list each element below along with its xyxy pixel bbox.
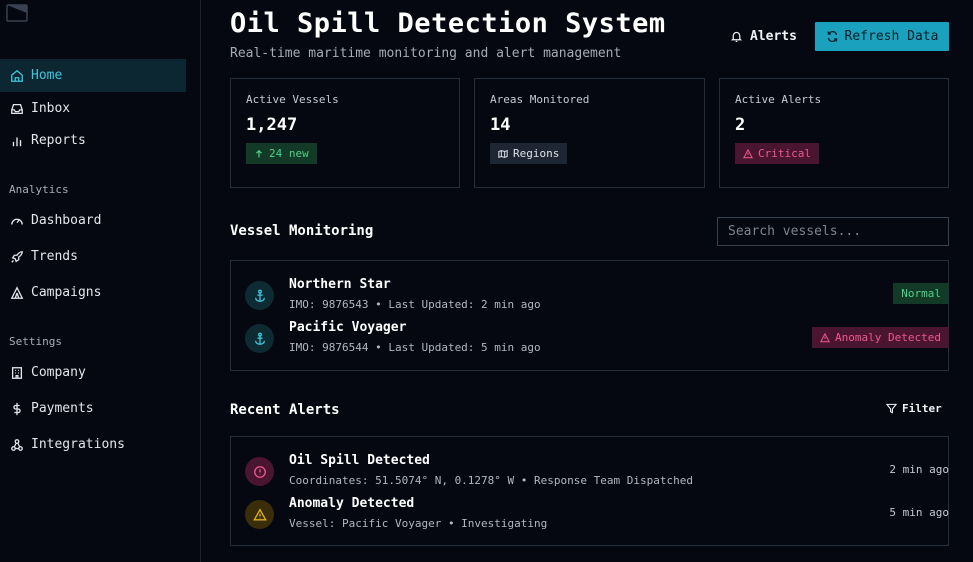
alert-avatar bbox=[245, 457, 274, 486]
stat-label: Active Vessels bbox=[246, 93, 339, 106]
sidebar-item-label: Trends bbox=[31, 249, 78, 264]
stat-value: 1,247 bbox=[246, 115, 298, 135]
rocket-icon bbox=[11, 250, 23, 263]
recent-alerts-title: Recent Alerts bbox=[230, 402, 340, 418]
inbox-icon bbox=[11, 103, 23, 114]
list-item[interactable]: Northern Star IMO: 9876543 • Last Update… bbox=[245, 277, 949, 317]
sidebar-item-label: Company bbox=[31, 365, 86, 380]
vessel-meta: IMO: 9876544 • Last Updated: 5 min ago bbox=[289, 341, 541, 354]
dollar-icon bbox=[13, 402, 21, 415]
section-label-analytics: Analytics bbox=[9, 183, 69, 196]
stat-label: Active Alerts bbox=[735, 93, 822, 106]
sidebar-item-dashboard[interactable]: Dashboard bbox=[0, 204, 186, 237]
warning-icon bbox=[820, 332, 831, 342]
alert-circle-icon bbox=[253, 465, 266, 478]
vessel-name: Pacific Voyager bbox=[289, 320, 407, 335]
status-badge: Anomaly Detected bbox=[812, 327, 949, 348]
sidebar-item-label: Payments bbox=[31, 401, 94, 416]
building-icon bbox=[11, 366, 23, 379]
status-badge: 24 new bbox=[246, 143, 317, 164]
refresh-data-button[interactable]: Refresh Data bbox=[815, 22, 949, 51]
page-subtitle: Real-time maritime monitoring and alert … bbox=[230, 46, 622, 61]
alerts-button[interactable]: Alerts bbox=[730, 24, 797, 48]
refresh-label: Refresh Data bbox=[844, 29, 939, 44]
stat-card-areas: Areas Monitored 14 Regions bbox=[474, 78, 705, 188]
map-icon bbox=[498, 149, 508, 158]
sidebar-item-trends[interactable]: Trends bbox=[0, 240, 186, 273]
anchor-icon bbox=[254, 289, 265, 302]
status-label: Anomaly Detected bbox=[835, 331, 941, 344]
page-title: Oil Spill Detection System bbox=[230, 8, 666, 39]
bell-icon bbox=[730, 31, 743, 42]
sidebar-item-reports[interactable]: Reports bbox=[0, 124, 186, 157]
list-item[interactable]: Oil Spill Detected Coordinates: 51.5074°… bbox=[245, 453, 949, 493]
sidebar-item-label: Reports bbox=[31, 133, 86, 148]
sidebar-item-inbox[interactable]: Inbox bbox=[0, 92, 186, 125]
sidebar-item-label: Home bbox=[31, 68, 63, 83]
alert-time: 2 min ago bbox=[889, 463, 949, 476]
badge-label: 24 new bbox=[269, 147, 309, 160]
alert-title: Anomaly Detected bbox=[289, 496, 415, 511]
list-item[interactable]: Anomaly Detected Vessel: Pacific Voyager… bbox=[245, 496, 949, 536]
anchor-icon bbox=[254, 332, 265, 345]
vessel-avatar bbox=[245, 281, 274, 310]
alert-meta: Coordinates: 51.5074° N, 0.1278° W • Res… bbox=[289, 474, 693, 487]
alert-avatar bbox=[245, 500, 274, 529]
logo-icon bbox=[6, 4, 28, 22]
status-badge: Critical bbox=[735, 143, 819, 164]
stat-value: 2 bbox=[735, 115, 746, 135]
webhook-icon bbox=[11, 438, 23, 451]
sidebar-item-home[interactable]: Home bbox=[0, 59, 186, 92]
sidebar: Home Inbox Reports Analytics Dashboard T… bbox=[0, 0, 201, 562]
badge-label: Regions bbox=[513, 147, 560, 160]
vessel-list: Northern Star IMO: 9876543 • Last Update… bbox=[230, 260, 949, 371]
filter-label: Filter bbox=[902, 402, 942, 415]
alert-list: Oil Spill Detected Coordinates: 51.5074°… bbox=[230, 436, 949, 546]
status-badge: Normal bbox=[893, 283, 949, 304]
home-icon bbox=[11, 69, 23, 82]
warning-icon bbox=[252, 507, 267, 520]
status-badge: Regions bbox=[490, 143, 568, 164]
alert-time: 5 min ago bbox=[889, 506, 949, 519]
sidebar-item-company[interactable]: Company bbox=[0, 356, 186, 389]
sidebar-item-payments[interactable]: Payments bbox=[0, 392, 186, 425]
alert-title: Oil Spill Detected bbox=[289, 453, 430, 468]
refresh-icon bbox=[827, 30, 837, 43]
alert-meta: Vessel: Pacific Voyager • Investigating bbox=[289, 517, 548, 530]
sidebar-item-label: Campaigns bbox=[31, 285, 102, 300]
stat-value: 14 bbox=[490, 115, 511, 135]
alerts-label: Alerts bbox=[750, 28, 797, 44]
vessel-name: Northern Star bbox=[289, 277, 391, 292]
section-label-settings: Settings bbox=[9, 335, 62, 348]
arrow-up-icon bbox=[256, 149, 262, 157]
stat-label: Areas Monitored bbox=[490, 93, 590, 106]
stat-card-alerts: Active Alerts 2 Critical bbox=[719, 78, 949, 188]
badge-label: Critical bbox=[758, 147, 811, 160]
filter-icon bbox=[886, 403, 897, 414]
list-item[interactable]: Pacific Voyager IMO: 9876544 • Last Upda… bbox=[245, 320, 949, 360]
sidebar-item-label: Inbox bbox=[31, 101, 71, 116]
bar-chart-icon bbox=[12, 137, 22, 146]
filter-button[interactable]: Filter bbox=[886, 402, 942, 415]
vessel-meta: IMO: 9876543 • Last Updated: 2 min ago bbox=[289, 298, 541, 311]
sidebar-item-label: Dashboard bbox=[31, 213, 102, 228]
sidebar-item-campaigns[interactable]: Campaigns bbox=[0, 276, 186, 309]
sidebar-item-integrations[interactable]: Integrations bbox=[0, 428, 186, 461]
sidebar-item-label: Integrations bbox=[31, 437, 125, 452]
tent-icon bbox=[10, 285, 24, 299]
warning-icon bbox=[743, 148, 753, 158]
vessel-monitoring-title: Vessel Monitoring bbox=[230, 223, 374, 239]
vessel-avatar bbox=[245, 324, 274, 353]
stat-card-vessels: Active Vessels 1,247 24 new bbox=[230, 78, 460, 188]
search-vessels-input[interactable] bbox=[717, 217, 949, 246]
gauge-icon bbox=[11, 218, 23, 225]
